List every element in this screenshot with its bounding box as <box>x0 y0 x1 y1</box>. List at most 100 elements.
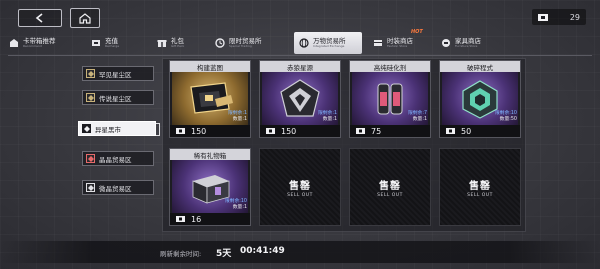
tab-sublabel: Fashion Store <box>387 44 408 49</box>
item-quantity: 数量:1 <box>412 117 427 122</box>
side-item-label: 传说星尘区 <box>99 94 132 103</box>
ticket-icon <box>356 128 365 134</box>
tab-sublabel: Gift Pack <box>171 44 185 49</box>
tab-special-trading[interactable]: 限时贸易所 Special Trading <box>210 32 290 54</box>
refresh-countdown: 00:41:49 <box>240 246 285 256</box>
back-arrow-icon <box>35 13 43 23</box>
home-button[interactable] <box>70 8 100 28</box>
tab-sublabel: Recharge <box>105 44 120 49</box>
item-name: 破碎程式 <box>440 61 520 72</box>
refresh-label: 刷新剩余时间: <box>160 250 202 258</box>
item-price: 75 <box>371 126 382 136</box>
shop-item-rare-gift-box[interactable]: 稀有礼物箱 限剩余:10 数量:1 16 <box>169 148 251 226</box>
item-name: 稀有礼物箱 <box>170 149 250 160</box>
home-icon <box>79 12 91 24</box>
shop-item-silicon-agent[interactable]: 高纯硅化剂 限剩余:7 数量:1 75 <box>349 60 431 138</box>
top-bar: 29 卡带箱推荐 Recommend 充值 Recharge 礼包 Gift P… <box>0 0 600 54</box>
clock-icon <box>215 38 225 48</box>
price-bar: 50 <box>440 125 520 137</box>
back-button[interactable] <box>18 9 62 27</box>
item-name: 高纯硅化剂 <box>350 61 430 72</box>
item-meta: 限剩余:1 数量:1 <box>318 111 337 123</box>
sofa-icon <box>441 38 451 48</box>
sold-out-slot: 售罄 SELL OUT <box>349 148 431 226</box>
side-item-rare-stardust[interactable]: 罕见星尘区 <box>82 66 154 81</box>
item-quantity: 数量:1 <box>232 117 247 122</box>
item-meta: 限剩余:7 数量:1 <box>408 111 427 123</box>
ticket-icon <box>176 216 185 222</box>
gift-icon <box>157 38 167 48</box>
hot-badge: HOT <box>411 29 423 35</box>
item-meta: 限剩余:1 数量:1 <box>228 111 247 123</box>
item-meta: 限剩余:10 数量:50 <box>495 111 517 123</box>
fashion-icon <box>373 38 383 48</box>
microcrystal-icon <box>86 183 95 192</box>
recharge-icon <box>91 38 101 48</box>
tab-recharge[interactable]: 充值 Recharge <box>86 32 148 54</box>
price-bar: 150 <box>170 125 250 137</box>
tab-furniture-store[interactable]: 家具商店 Furniture Store <box>436 32 500 54</box>
store-screen: 29 卡带箱推荐 Recommend 充值 Recharge 礼包 Gift P… <box>0 0 600 269</box>
wolf-emblem-icon <box>280 79 320 117</box>
shop-item-build-blueprint[interactable]: 构建蓝图 限剩余:1 数量:1 150 <box>169 60 251 138</box>
side-item-label: 罕见星尘区 <box>99 70 132 79</box>
tab-sublabel: Integrated Exchange <box>313 44 345 49</box>
sold-out-slot: 售罄 SELL OUT <box>259 148 341 226</box>
sold-out-sublabel: SELL OUT <box>377 192 403 198</box>
tab-divider <box>8 55 592 56</box>
item-price: 16 <box>191 214 202 224</box>
side-item-crystal-trading[interactable]: 晶晶贸易区 <box>82 151 154 166</box>
tab-sublabel: Special Trading <box>229 44 252 49</box>
item-meta: 限剩余:10 数量:1 <box>225 199 247 211</box>
item-quantity: 数量:1 <box>232 205 247 210</box>
refresh-bar: 刷新剩余时间: 5天 00:41:49 <box>0 241 600 263</box>
active-indicator <box>156 123 160 136</box>
globe-icon <box>299 38 309 48</box>
tab-bar: 卡带箱推荐 Recommend 充值 Recharge 礼包 Gift Pack… <box>0 29 600 54</box>
side-item-microcrystal-trading[interactable]: 微晶贸易区 <box>82 180 154 195</box>
sold-out-sublabel: SELL OUT <box>467 192 493 198</box>
price-bar: 75 <box>350 125 430 137</box>
sold-out-label: 售罄 <box>469 180 491 192</box>
sold-out-slot: 售罄 SELL OUT <box>439 148 521 226</box>
tab-fashion-store[interactable]: 时装商店 Fashion Store HOT <box>368 29 432 54</box>
item-price: 150 <box>281 126 297 136</box>
sold-out-label: 售罄 <box>289 180 311 192</box>
shop-item-broken-program[interactable]: 破碎程式 限剩余:10 数量:50 50 <box>439 60 521 138</box>
item-name: 构建蓝图 <box>170 61 250 72</box>
currency-value: 29 <box>569 12 580 22</box>
stardust-icon <box>86 69 95 78</box>
side-item-label: 异星黑市 <box>95 125 121 134</box>
side-item-alien-black-market[interactable]: 异星黑市 <box>78 121 156 136</box>
tab-sublabel: Recommend <box>23 44 42 49</box>
ticket-icon <box>538 13 548 21</box>
price-bar: 150 <box>260 125 340 137</box>
refresh-days: 5天 <box>216 249 232 259</box>
item-price: 50 <box>461 126 472 136</box>
tab-sublabel: Furniture Store <box>455 44 478 49</box>
market-icon <box>82 124 91 133</box>
side-item-label: 晶晶贸易区 <box>99 155 132 164</box>
side-item-label: 微晶贸易区 <box>99 184 132 193</box>
price-bar: 16 <box>170 213 250 225</box>
shop-panel: 构建蓝图 限剩余:1 数量:1 150 赤狼星源 限剩余:1 数量:1 150 … <box>162 58 526 232</box>
item-price: 150 <box>191 126 207 136</box>
item-quantity: 数量:50 <box>499 117 517 122</box>
tab-recommend[interactable]: 卡带箱推荐 Recommend <box>4 32 76 54</box>
sold-out-sublabel: SELL OUT <box>287 192 313 198</box>
shop-item-red-wolf-star-source[interactable]: 赤狼星源 限剩余:1 数量:1 150 <box>259 60 341 138</box>
gift-set-icon <box>9 38 19 48</box>
stardust-icon <box>86 93 95 102</box>
ticket-icon <box>176 128 185 134</box>
tab-integrated-exchange[interactable]: 万物贸易所 Integrated Exchange <box>294 32 362 54</box>
sold-out-label: 售罄 <box>379 180 401 192</box>
side-item-legend-stardust[interactable]: 传说星尘区 <box>82 90 154 105</box>
currency-display: 29 <box>532 9 586 25</box>
item-quantity: 数量:1 <box>322 117 337 122</box>
canister-icon <box>377 83 403 115</box>
ticket-icon <box>266 128 275 134</box>
item-name: 赤狼星源 <box>260 61 340 72</box>
tab-gift-pack[interactable]: 礼包 Gift Pack <box>152 32 206 54</box>
ticket-icon <box>446 128 455 134</box>
crystal-icon <box>86 154 95 163</box>
